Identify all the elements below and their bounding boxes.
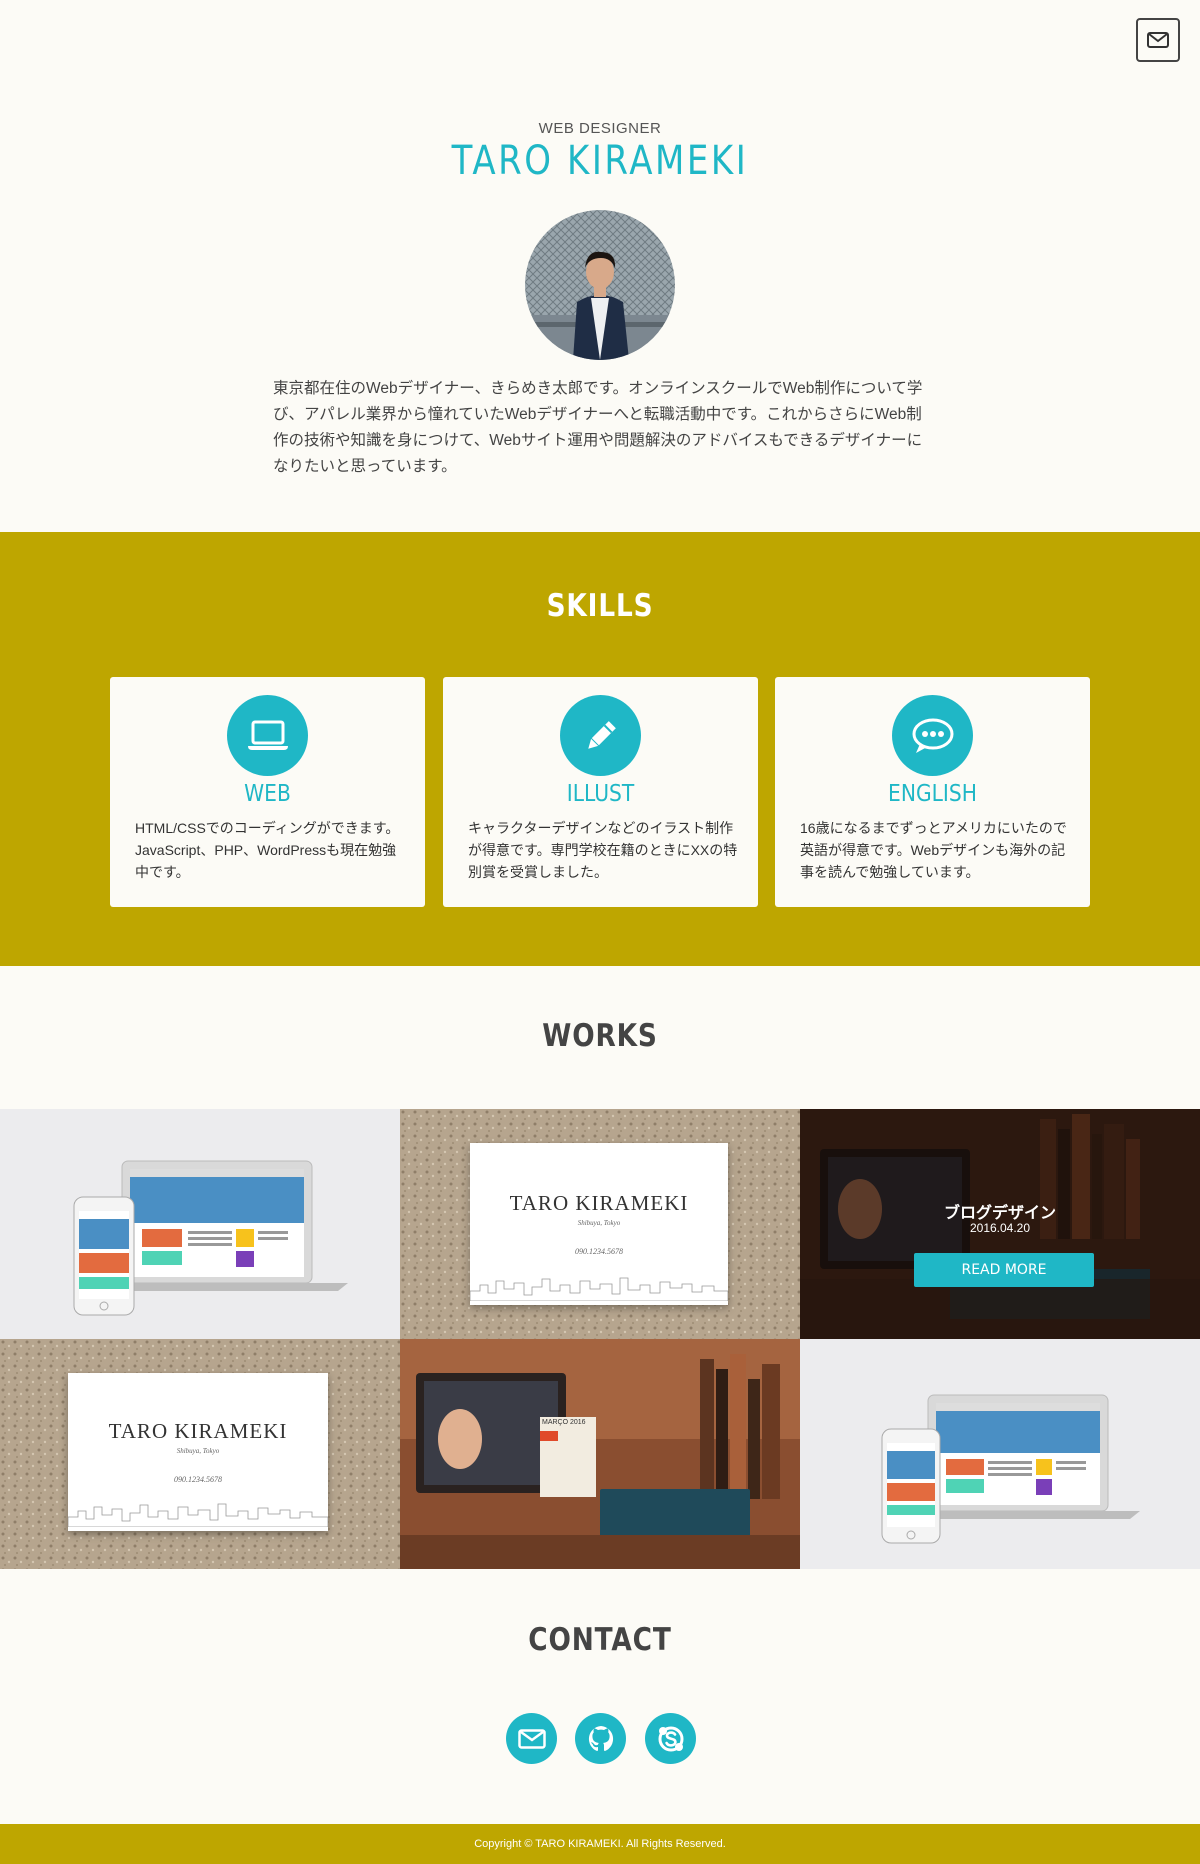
skill-name: ENGLISH — [888, 781, 977, 807]
skill-card-english: ENGLISH 16歳になるまでずっとアメリカにいたので英語が得意です。Webデ… — [775, 677, 1090, 907]
footer: Copyright © TARO KIRAMEKI. All Rights Re… — [0, 1824, 1200, 1864]
mail-icon — [517, 1728, 546, 1749]
work-item-business-card[interactable]: TARO KIRAMEKI Shibuya, Tokyo 090.1234.56… — [400, 1109, 800, 1339]
read-more-button[interactable]: READ MORE — [914, 1253, 1094, 1287]
pencil-icon — [560, 695, 641, 776]
chat-bubble-icon — [892, 695, 973, 776]
avatar — [525, 210, 675, 360]
site-name: TARO KIRAMEKI — [451, 138, 749, 184]
work-item-blog-design[interactable]: ブログデザイン 2016.04.20 READ MORE — [800, 1109, 1200, 1339]
skill-description: キャラクターデザインなどのイラスト制作が得意です。専門学校在籍のときにXXの特別… — [468, 820, 738, 880]
work-hover-overlay: ブログデザイン 2016.04.20 READ MORE — [800, 1109, 1200, 1339]
card-name: TARO KIRAMEKI — [509, 1191, 689, 1215]
work-item-business-card-2[interactable]: TARO KIRAMEKI Shibuya, Tokyo 090.1234.56… — [0, 1339, 400, 1569]
work-item-desk-photo[interactable]: MARÇO 2016 — [400, 1339, 800, 1569]
works-grid: TARO KIRAMEKI Shibuya, Tokyo 090.1234.56… — [0, 1109, 1200, 1569]
contact-mail-link[interactable] — [506, 1713, 557, 1764]
skill-card-illust: ILLUST キャラクターデザインなどのイラスト制作が得意です。専門学校在籍のと… — [443, 677, 758, 907]
contact-skype-link[interactable] — [645, 1713, 696, 1764]
work-item-web-mockup-2[interactable] — [800, 1339, 1200, 1569]
skills-title: SKILLS — [546, 588, 654, 624]
skyline-icon — [470, 1277, 728, 1301]
skill-description: 16歳になるまでずっとアメリカにいたので英語が得意です。Webデザインも海外の記… — [800, 820, 1067, 880]
card-location: Shibuya, Tokyo — [577, 1219, 621, 1227]
calendar-label: MARÇO 2016 — [542, 1419, 586, 1426]
card-phone: 090.1234.5678 — [575, 1247, 623, 1256]
contact-github-link[interactable] — [575, 1713, 626, 1764]
copyright-text: Copyright © TARO KIRAMEKI. All Rights Re… — [474, 1838, 726, 1850]
business-card: TARO KIRAMEKI Shibuya, Tokyo 090.1234.56… — [470, 1143, 728, 1305]
skill-description: HTML/CSSでのコーディングができます。JavaScript、PHP、Wor… — [135, 820, 400, 880]
work-item-web-mockup[interactable] — [0, 1109, 400, 1339]
laptop-icon — [227, 695, 308, 776]
contact-title: CONTACT — [528, 1622, 672, 1658]
work-date: 2016.04.20 — [969, 1221, 1031, 1235]
works-title: WORKS — [542, 1018, 658, 1054]
card-location: Shibuya, Tokyo — [176, 1447, 220, 1455]
intro-text: 東京都在住のWebデザイナー、きらめき太郎です。オンラインスクールでWeb制作に… — [273, 380, 923, 475]
card-phone: 090.1234.5678 — [174, 1475, 222, 1484]
hero-section: WEB DESIGNER TARO KIRAMEKI 東京都在住のWebデザイナ… — [0, 0, 1200, 532]
skills-section: SKILLS WEB HTML/CSSでのコーディングができます。JavaScr… — [0, 532, 1200, 966]
github-icon — [588, 1725, 613, 1751]
work-title: ブログデザイン — [943, 1205, 1056, 1222]
contact-icons — [0, 1713, 1200, 1765]
job-title: WEB DESIGNER — [538, 120, 662, 137]
card-name: TARO KIRAMEKI — [108, 1419, 288, 1443]
skype-icon — [658, 1726, 683, 1751]
skill-card-web: WEB HTML/CSSでのコーディングができます。JavaScript、PHP… — [110, 677, 425, 907]
business-card: TARO KIRAMEKI Shibuya, Tokyo 090.1234.56… — [68, 1373, 328, 1531]
skill-name: WEB — [244, 781, 291, 807]
skill-name: ILLUST — [566, 781, 635, 807]
skyline-icon — [68, 1503, 328, 1527]
